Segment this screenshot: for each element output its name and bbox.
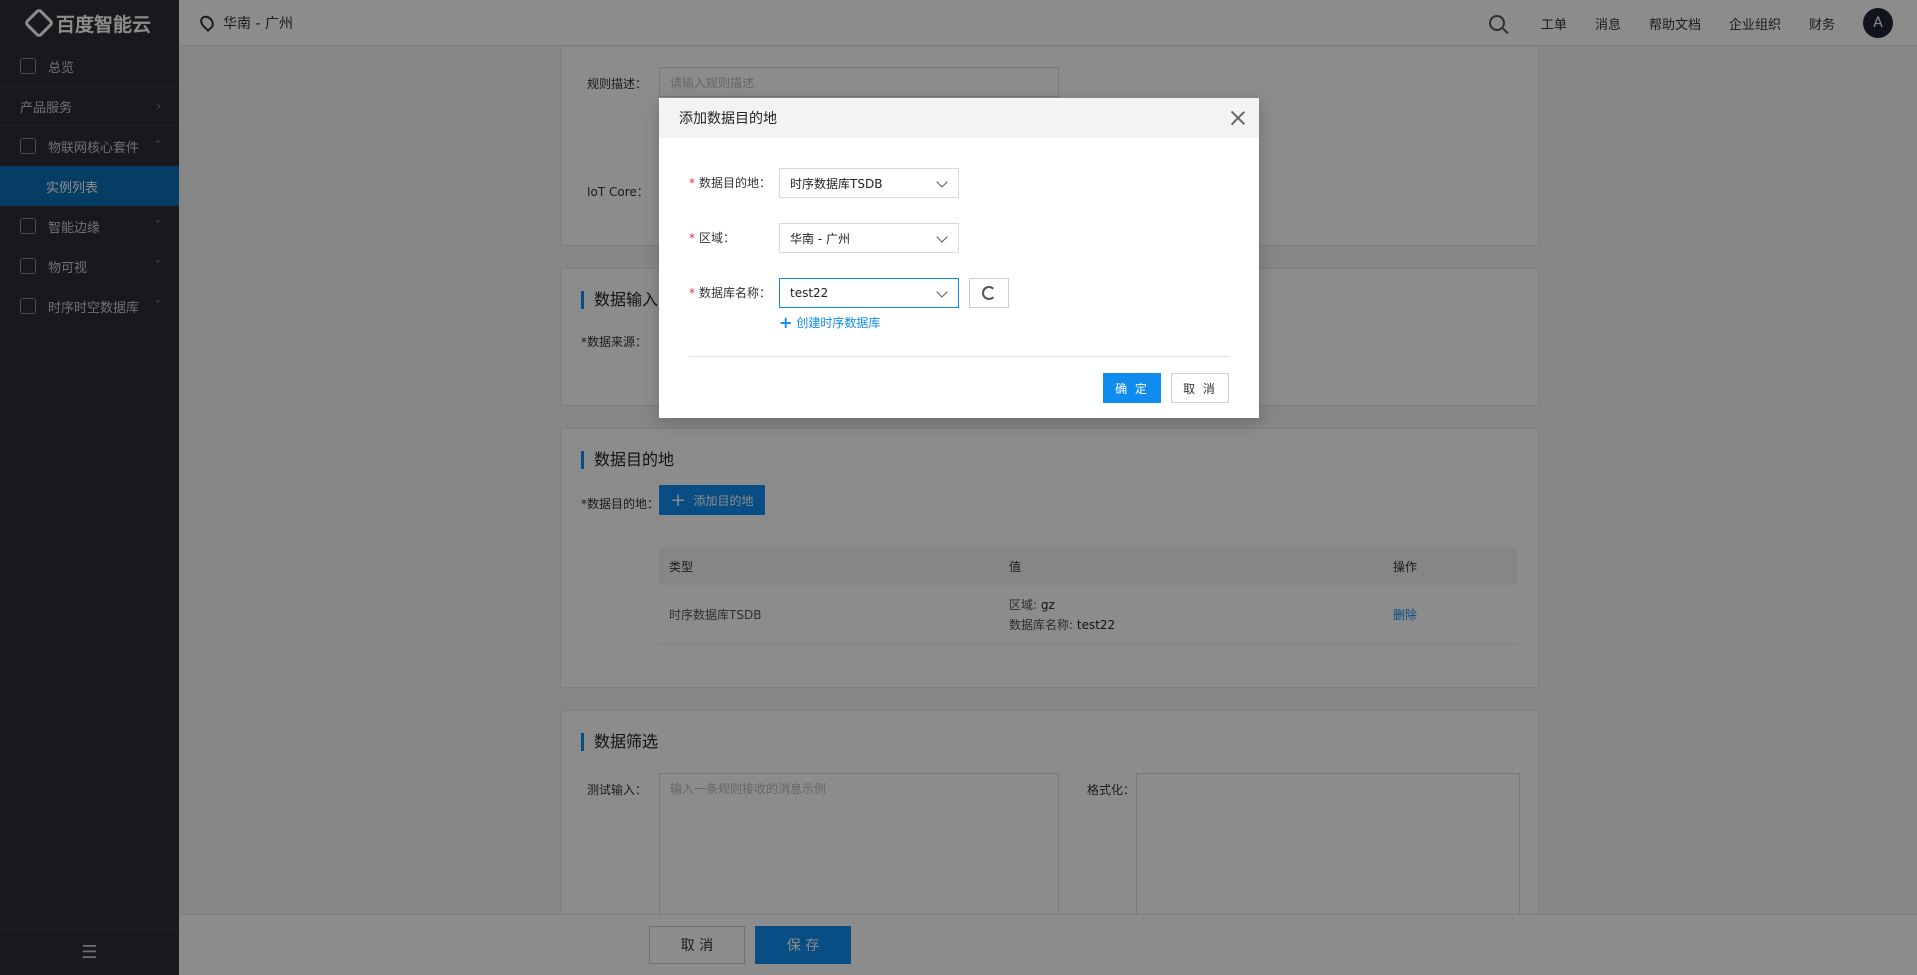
confirm-button[interactable]: 确 定 (1103, 373, 1161, 403)
database-select-value: test22 (790, 286, 829, 300)
required-mark: * (689, 176, 695, 190)
modal-header: 添加数据目的地 (659, 98, 1259, 138)
close-icon[interactable] (1229, 109, 1247, 127)
destination-select[interactable]: 时序数据库TSDB (779, 168, 959, 198)
create-tsdb-label: 创建时序数据库 (796, 316, 881, 330)
modal-title: 添加数据目的地 (679, 111, 777, 127)
region-select[interactable]: 华南 - 广州 (779, 223, 959, 253)
refresh-button[interactable] (969, 278, 1009, 308)
region-field-label: * 区域： (689, 229, 735, 246)
required-mark: * (689, 286, 695, 300)
add-destination-modal: 添加数据目的地 * 数据目的地： 时序数据库TSDB * 区域： 华南 - 广州 *… (659, 98, 1259, 418)
database-select[interactable]: test22 (779, 278, 959, 308)
destination-select-value: 时序数据库TSDB (790, 176, 883, 191)
cancel-button[interactable]: 取 消 (1171, 373, 1229, 403)
refresh-icon (982, 286, 996, 300)
db-field-label: * 数据库名称： (689, 284, 771, 301)
region-label-text: 区域： (699, 231, 736, 245)
region-select-value: 华南 - 广州 (790, 231, 850, 246)
modal-divider (689, 356, 1229, 357)
chevron-down-icon (936, 176, 948, 188)
create-tsdb-link[interactable]: + 创建时序数据库 (779, 314, 880, 331)
dest-label-text: 数据目的地： (699, 176, 772, 190)
plus-icon: + (779, 312, 793, 332)
required-mark: * (689, 231, 695, 245)
db-label-text: 数据库名称： (699, 286, 772, 300)
chevron-down-icon (936, 231, 948, 243)
chevron-down-icon (936, 286, 948, 298)
dest-field-label: * 数据目的地： (689, 174, 771, 191)
